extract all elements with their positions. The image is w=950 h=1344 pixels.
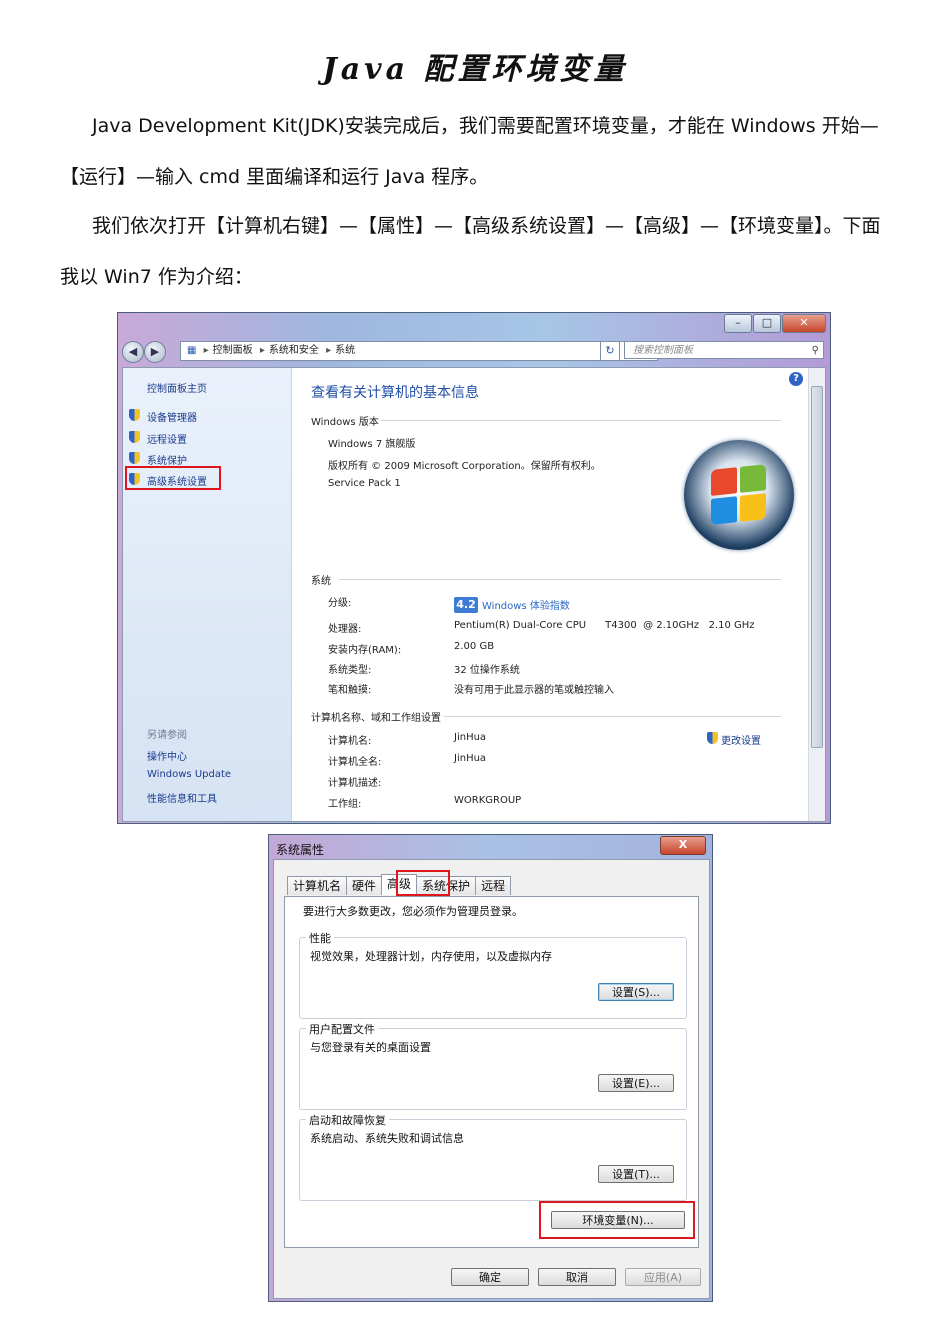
tab-computer-name[interactable]: 计算机名 — [287, 876, 348, 895]
user-profiles-desc: 与您登录有关的桌面设置 — [310, 1041, 431, 1054]
performance-desc: 视觉效果，处理器计划，内存使用，以及虚拟内存 — [310, 950, 552, 963]
search-icon[interactable]: ⚲ — [812, 342, 819, 360]
uac-shield-icon — [129, 452, 140, 464]
search-placeholder: 搜索控制面板 — [633, 345, 693, 356]
refresh-icon[interactable]: ↻ — [600, 341, 620, 361]
advanced-tab-panel: 要进行大多数更改，您必须作为管理员登录。 性能 视觉效果，处理器计划，内存使用，… — [284, 896, 699, 1248]
pen-touch-value: 没有可用于此显示器的笔或触控输入 — [454, 685, 614, 696]
system-type-label: 系统类型: — [328, 665, 372, 676]
sidebar: 控制面板主页 设备管理器 远程设置 系统保护 高级系统设置 另请参阅 操作中心 … — [123, 368, 292, 821]
apply-button[interactable]: 应用(A) — [625, 1268, 701, 1286]
uac-shield-icon — [707, 732, 718, 744]
intro-paragraph: Java Development Kit(JDK)安装完成后，我们需要配置环境变… — [60, 115, 879, 188]
address-bar[interactable]: ▦ ▸控制面板 ▸系统和安全 ▸系统 ▾ — [180, 341, 658, 361]
user-profiles-settings-button[interactable]: 设置(E)... — [598, 1074, 674, 1092]
ram-value: 2.00 GB — [454, 641, 495, 652]
rating-label: 分级: — [328, 598, 352, 609]
system-content: 控制面板主页 设备管理器 远程设置 系统保护 高级系统设置 另请参阅 操作中心 … — [122, 367, 826, 822]
window-caption-buttons: – □ ✕ — [723, 314, 826, 333]
computer-name-heading: 计算机名称、域和工作组设置 — [311, 713, 441, 724]
windows-logo-icon — [684, 440, 794, 550]
highlight-box-environment-variables — [539, 1201, 695, 1239]
system-heading: 系统 — [311, 576, 331, 587]
system-main-pane: 查看有关计算机的基本信息 Windows 版本 Windows 7 旗舰版 版权… — [291, 368, 807, 821]
tab-remote[interactable]: 远程 — [475, 876, 512, 895]
section-divider — [443, 716, 781, 717]
see-also-heading: 另请参阅 — [147, 730, 187, 741]
section-divider — [381, 420, 781, 421]
processor-label: 处理器: — [328, 624, 362, 635]
startup-recovery-settings-button[interactable]: 设置(T)... — [598, 1165, 674, 1183]
see-also-windows-update[interactable]: Windows Update — [147, 769, 231, 780]
copyright-text: 版权所有 © 2009 Microsoft Corporation。保留所有权利… — [328, 461, 601, 472]
breadcrumb-system[interactable]: 系统 — [335, 345, 355, 356]
performance-settings-button[interactable]: 设置(S)... — [598, 983, 674, 1001]
full-name-value: JinHua — [454, 753, 487, 764]
control-panel-icon: ▦ — [187, 345, 197, 356]
uac-shield-icon — [129, 409, 140, 421]
highlight-box-advanced-tab — [396, 870, 450, 896]
navigation-bar: ◀ ▶ ▦ ▸控制面板 ▸系统和安全 ▸系统 ▾ ↻ 搜索控制面板 ⚲ — [122, 340, 826, 363]
experience-index[interactable]: 4.2 Windows 体验指数 — [454, 594, 570, 613]
vertical-scrollbar[interactable] — [808, 368, 825, 821]
maximize-button[interactable]: □ — [753, 314, 781, 333]
system-type-value: 32 位操作系统 — [454, 665, 520, 676]
dialog-close-button[interactable]: X — [660, 836, 706, 855]
startup-recovery-title: 启动和故障恢复 — [306, 1112, 389, 1128]
see-also-performance-tools[interactable]: 性能信息和工具 — [147, 790, 217, 805]
breadcrumb-control-panel[interactable]: 控制面板 — [213, 345, 253, 356]
change-settings-link[interactable]: 更改设置 — [721, 732, 761, 747]
sidebar-item-remote-settings[interactable]: 远程设置 — [147, 431, 187, 446]
rating-score: 4.2 — [454, 596, 478, 613]
workgroup-label: 工作组: — [328, 799, 362, 810]
section-divider — [339, 579, 781, 580]
sidebar-item-system-protection[interactable]: 系统保护 — [147, 452, 187, 467]
processor-value: Pentium(R) Dual-Core CPU T4300 @ 2.10GHz… — [454, 620, 755, 631]
workgroup-value: WORKGROUP — [454, 795, 522, 806]
full-name-label: 计算机全名: — [328, 757, 382, 768]
startup-recovery-desc: 系统启动、系统失败和调试信息 — [310, 1132, 464, 1145]
service-pack: Service Pack 1 — [328, 478, 401, 489]
sidebar-item-device-manager[interactable]: 设备管理器 — [147, 409, 197, 424]
user-profiles-title: 用户配置文件 — [306, 1021, 378, 1037]
minimize-button[interactable]: – — [724, 314, 752, 333]
see-also-action-center[interactable]: 操作中心 — [147, 748, 187, 763]
back-arrow-icon[interactable]: ◀ — [122, 341, 144, 363]
rating-link[interactable]: Windows 体验指数 — [482, 601, 570, 612]
sidebar-home-link[interactable]: 控制面板主页 — [147, 380, 207, 395]
document-title: Java 配置环境变量 — [322, 52, 628, 87]
dialog-body: 计算机名 硬件 高级 系统保护 远程 要进行大多数更改，您必须作为管理员登录。 … — [273, 859, 710, 1299]
tab-hardware[interactable]: 硬件 — [346, 876, 383, 895]
breadcrumb-system-security[interactable]: 系统和安全 — [269, 345, 319, 356]
edition-heading: Windows 版本 — [311, 417, 379, 428]
performance-title: 性能 — [306, 930, 334, 946]
performance-group: 性能 视觉效果，处理器计划，内存使用，以及虚拟内存 设置(S)... — [299, 930, 687, 1019]
steps-paragraph: 我们依次打开【计算机右键】—【属性】—【高级系统设置】—【高级】—【环境变量】。… — [60, 215, 881, 288]
uac-shield-icon — [129, 431, 140, 443]
help-icon[interactable]: ? — [789, 372, 803, 386]
system-properties-dialog: 系统属性 X 计算机名 硬件 高级 系统保护 远程 要进行大多数更改，您必须作为… — [268, 834, 713, 1302]
computer-name-label: 计算机名: — [328, 736, 372, 747]
description-label: 计算机描述: — [328, 778, 382, 789]
highlight-box-advanced-settings — [125, 466, 221, 490]
ok-button[interactable]: 确定 — [451, 1268, 529, 1286]
page-title: 查看有关计算机的基本信息 — [311, 385, 479, 401]
edition-name: Windows 7 旗舰版 — [328, 439, 416, 450]
user-profiles-group: 用户配置文件 与您登录有关的桌面设置 设置(E)... — [299, 1021, 687, 1110]
system-control-panel-window: – □ ✕ ◀ ▶ ▦ ▸控制面板 ▸系统和安全 ▸系统 ▾ ↻ 搜索控制面板 … — [117, 312, 831, 824]
startup-recovery-group: 启动和故障恢复 系统启动、系统失败和调试信息 设置(T)... — [299, 1112, 687, 1201]
pen-touch-label: 笔和触摸: — [328, 685, 372, 696]
search-input[interactable]: 搜索控制面板 ⚲ — [624, 341, 824, 359]
computer-name-value: JinHua — [454, 732, 487, 743]
ram-label: 安装内存(RAM): — [328, 645, 402, 656]
close-button[interactable]: ✕ — [782, 314, 826, 333]
forward-arrow-icon[interactable]: ▶ — [144, 341, 166, 363]
cancel-button[interactable]: 取消 — [538, 1268, 616, 1286]
dialog-title: 系统属性 — [276, 843, 325, 857]
scrollbar-thumb[interactable] — [811, 386, 823, 748]
admin-notice: 要进行大多数更改，您必须作为管理员登录。 — [303, 905, 523, 918]
